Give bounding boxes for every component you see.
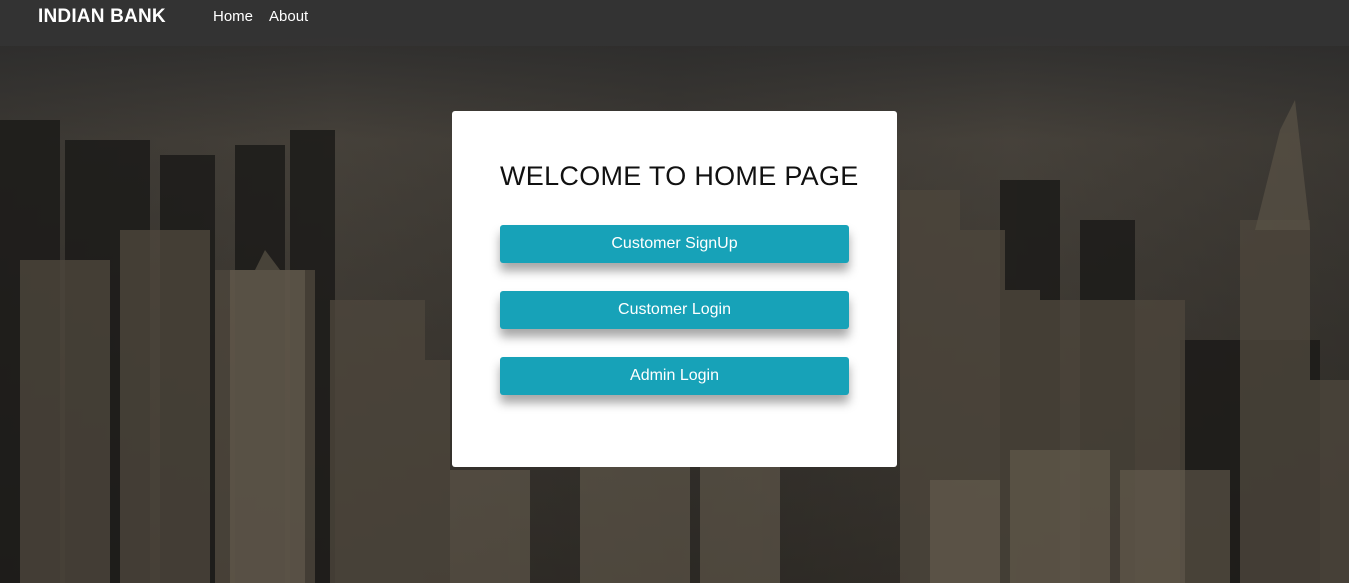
- customer-login-button[interactable]: Customer Login: [500, 291, 849, 329]
- admin-login-button[interactable]: Admin Login: [500, 357, 849, 395]
- brand-logo-link[interactable]: INDIAN BANK: [38, 6, 166, 28]
- welcome-card: WELCOME TO HOME PAGE Customer SignUp Cus…: [452, 111, 897, 467]
- nav-link-home[interactable]: Home: [213, 8, 253, 25]
- page-title: WELCOME TO HOME PAGE: [500, 161, 859, 191]
- customer-signup-button[interactable]: Customer SignUp: [500, 225, 849, 263]
- nav-links: Home About: [213, 8, 308, 25]
- navbar: INDIAN BANK Home About: [0, 0, 1349, 46]
- nav-link-about[interactable]: About: [269, 8, 308, 25]
